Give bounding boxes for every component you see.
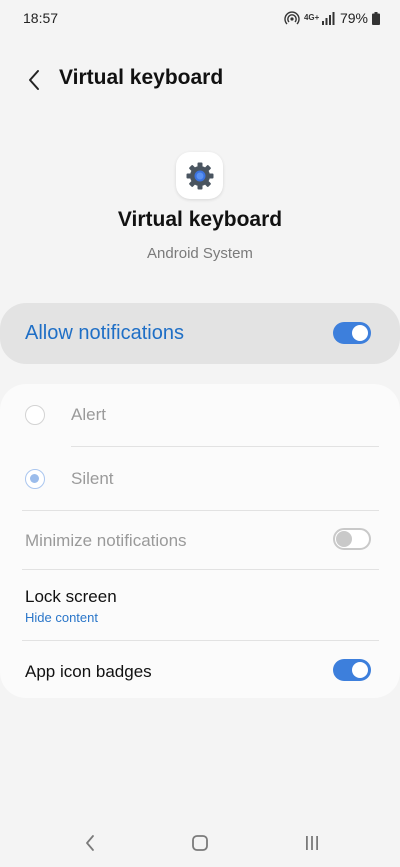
page-title: Virtual keyboard [59, 66, 224, 89]
allow-notifications-label: Allow notifications [25, 322, 184, 344]
nav-recents-button[interactable] [298, 829, 326, 857]
nav-back-button[interactable] [76, 829, 104, 857]
app-icon-badges-toggle[interactable] [333, 659, 371, 681]
divider [22, 640, 379, 641]
nav-home-button[interactable] [186, 829, 214, 857]
divider [71, 446, 379, 447]
silent-label: Silent [71, 469, 114, 488]
alert-radio[interactable] [25, 405, 45, 425]
chevron-left-icon [29, 70, 39, 90]
signal-icon [321, 12, 335, 25]
gear-icon [186, 162, 213, 189]
divider [22, 510, 379, 511]
alert-label: Alert [71, 405, 106, 424]
radio-selected-dot [30, 474, 39, 483]
battery-icon [372, 11, 380, 25]
nav-home-icon [192, 835, 208, 851]
toggle-knob [352, 325, 368, 341]
battery-percent: 79% [339, 10, 368, 26]
toggle-knob [336, 531, 352, 547]
nav-recents-icon [306, 836, 318, 850]
lock-screen-value: Hide content [25, 610, 98, 625]
toggle-knob [352, 662, 368, 678]
allow-notifications-toggle[interactable] [333, 322, 371, 344]
silent-radio[interactable] [25, 469, 45, 489]
status-icons: 4G+ 79% [284, 8, 380, 28]
minimize-notifications-label: Minimize notifications [25, 531, 187, 550]
app-icon [176, 152, 223, 199]
app-name: Virtual keyboard [117, 208, 283, 231]
back-button[interactable] [20, 64, 48, 96]
app-icon-badges-label: App icon badges [25, 662, 152, 681]
network-type-icon: 4G+ [303, 13, 320, 22]
lock-screen-label: Lock screen [25, 587, 117, 606]
status-time: 18:57 [23, 10, 59, 26]
nav-back-icon [86, 835, 94, 851]
hotspot-icon [284, 11, 300, 25]
app-subtitle: Android System [147, 245, 253, 262]
alert-option-row[interactable] [0, 386, 400, 444]
status-bar: 18:57 4G+ 79% [0, 0, 400, 36]
divider [22, 569, 379, 570]
minimize-notifications-toggle[interactable] [333, 528, 371, 550]
silent-option-row[interactable] [0, 448, 400, 508]
